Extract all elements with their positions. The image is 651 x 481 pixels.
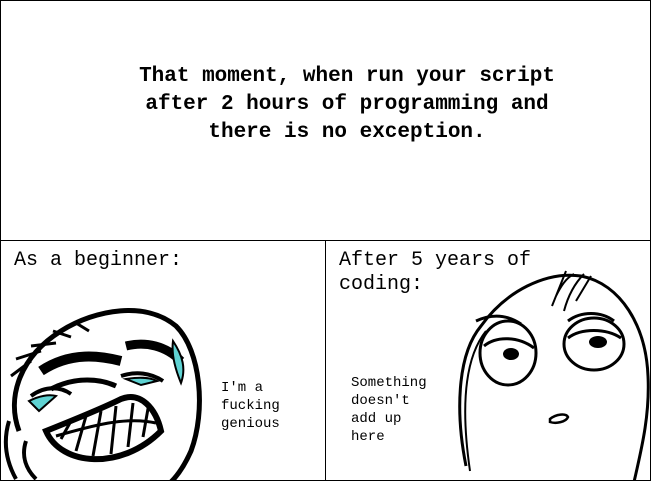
speech-beginner: I'm a fucking genious xyxy=(221,380,280,432)
panel-beginner: As a beginner: I'm a fucking genious xyxy=(0,240,326,481)
laughing-face-icon xyxy=(3,308,202,480)
headline-text: That moment, when run your script after … xyxy=(139,65,555,144)
speech-experienced: Something doesn't add up here xyxy=(351,375,427,445)
suspicious-face-icon xyxy=(458,270,650,480)
panel-experienced: After 5 years of coding: Something doesn… xyxy=(325,240,651,481)
caption-beginner: As a beginner: xyxy=(14,249,183,272)
panel-top: That moment, when run your script after … xyxy=(0,0,651,241)
